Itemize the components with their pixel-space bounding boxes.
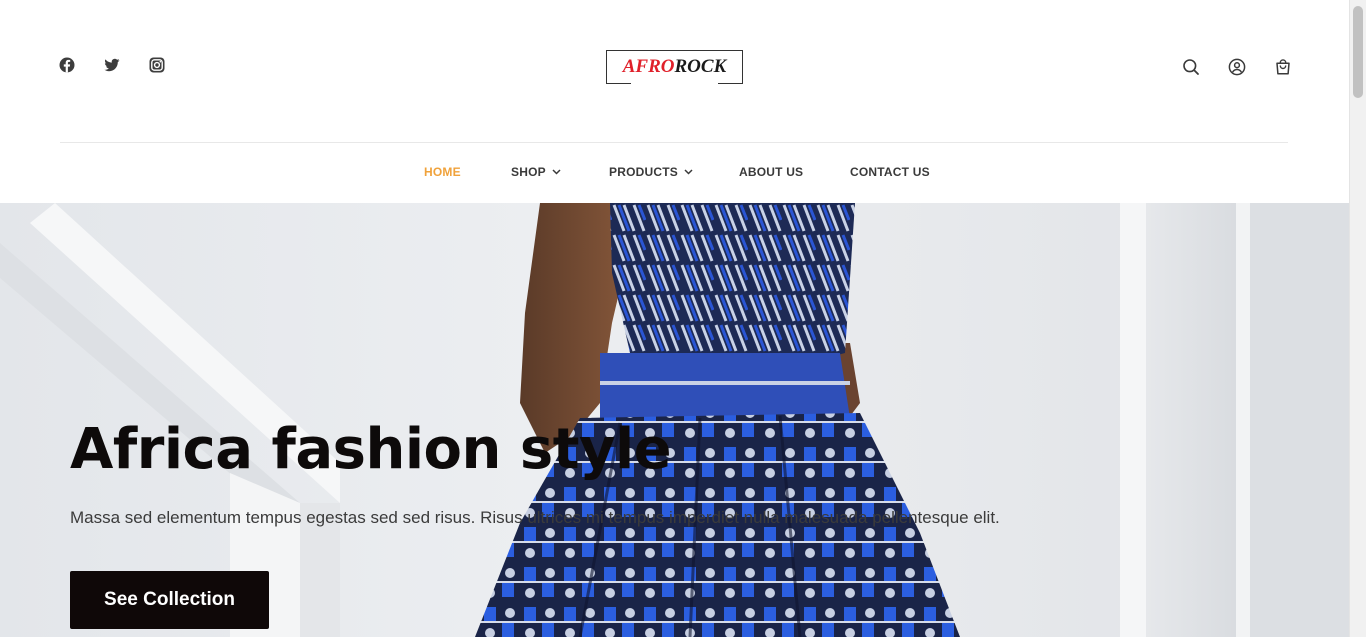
twitter-icon[interactable] (104, 57, 120, 73)
nav-label-home: HOME (424, 165, 461, 179)
nav-item-contact-us[interactable]: CONTACT US (850, 165, 930, 179)
page: AFRO ROCK HOME SHOP PRODUCTS ABOUT US CO… (0, 0, 1349, 637)
instagram-icon[interactable] (149, 57, 165, 73)
nav-label-products: PRODUCTS (609, 165, 678, 179)
search-icon[interactable] (1182, 58, 1200, 76)
nav-item-shop[interactable]: SHOP (511, 165, 561, 179)
brand-logo[interactable]: AFRO ROCK (606, 50, 743, 84)
nav-label-contact-us: CONTACT US (850, 165, 930, 179)
scrollbar-thumb[interactable] (1353, 6, 1363, 98)
hero-title: Africa fashion style (70, 417, 672, 482)
chevron-down-icon (552, 169, 561, 175)
nav-item-home[interactable]: HOME (424, 165, 461, 179)
header-divider (60, 142, 1288, 143)
social-links (59, 57, 165, 73)
cart-icon[interactable] (1274, 58, 1292, 76)
main-nav: HOME SHOP PRODUCTS ABOUT US CONTACT US (0, 165, 1349, 181)
nav-label-shop: SHOP (511, 165, 546, 179)
logo-text-afro: AFRO (622, 56, 675, 77)
facebook-icon[interactable] (59, 57, 75, 73)
page-scrollbar[interactable] (1349, 0, 1366, 637)
nav-label-about-us: ABOUT US (739, 165, 804, 179)
nav-item-products[interactable]: PRODUCTS (609, 165, 693, 179)
hero-subtitle: Massa sed elementum tempus egestas sed s… (70, 508, 1000, 527)
see-collection-button[interactable]: See Collection (70, 571, 269, 629)
site-header: AFRO ROCK HOME SHOP PRODUCTS ABOUT US CO… (0, 0, 1349, 203)
header-tools (1182, 58, 1292, 76)
logo-text-rock: ROCK (674, 56, 727, 77)
user-icon[interactable] (1228, 58, 1246, 76)
nav-item-about-us[interactable]: ABOUT US (739, 165, 803, 179)
hero-banner: Africa fashion style Massa sed elementum… (0, 203, 1349, 637)
chevron-down-icon (684, 169, 693, 175)
